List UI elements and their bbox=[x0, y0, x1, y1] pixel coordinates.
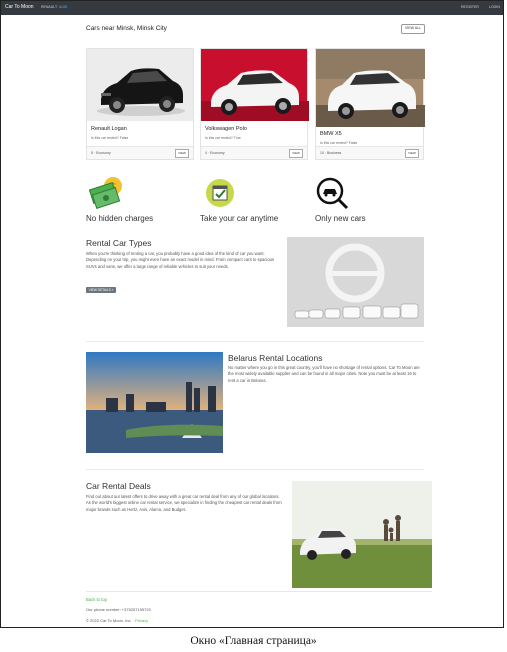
feature-label: Only new cars bbox=[315, 214, 366, 223]
view-details-button[interactable]: VIEW DETAILS » bbox=[86, 287, 116, 293]
car-image-bmw bbox=[316, 49, 425, 127]
rental-types-image bbox=[287, 237, 424, 327]
car-card-volkswagen[interactable]: Volkswagen Polo Is this car rented? True… bbox=[200, 48, 309, 160]
belarus-title: Belarus Rental Locations bbox=[228, 353, 323, 363]
car-rented-status: Is this car rented? False bbox=[91, 136, 129, 140]
money-icon: $ bbox=[88, 176, 125, 215]
footer-copyright: © 2022 Car To Moon, Inc. · Privacy bbox=[86, 618, 148, 623]
figure-caption: Окно «Главная страница» bbox=[190, 635, 317, 647]
car-rented-status: Is this car rented? False bbox=[320, 141, 358, 145]
feature-label: No hidden charges bbox=[86, 214, 154, 223]
car-view-button[interactable]: VIEW bbox=[405, 149, 419, 158]
brand-logo[interactable]: Car To Moon bbox=[5, 4, 34, 10]
cars-section-heading: Cars near Minsk, Minsk City bbox=[86, 25, 167, 32]
browser-window: Car To Moon RENAULT AUDI REGISTER LOGIN … bbox=[0, 0, 504, 628]
car-image-volkswagen bbox=[201, 49, 309, 121]
new-car-search-icon bbox=[315, 176, 349, 215]
rental-types-text: When you're thinking of renting a car, y… bbox=[86, 251, 275, 269]
car-rented-status: Is this car rented? True bbox=[205, 136, 241, 140]
footer-phone: Our phone number: +375257195720 bbox=[86, 607, 151, 612]
car-seats: 5 · Economy bbox=[91, 151, 111, 155]
section-divider bbox=[86, 341, 424, 342]
section-divider bbox=[86, 469, 424, 470]
belarus-text: No matter where you go in this great cou… bbox=[228, 365, 420, 383]
car-view-button[interactable]: VIEW bbox=[289, 149, 303, 158]
car-card-footer: 10 · Business VIEW bbox=[316, 146, 423, 159]
car-title: Volkswagen Polo bbox=[205, 126, 247, 132]
nav-link-register[interactable]: REGISTER bbox=[461, 5, 479, 9]
car-card-footer: 4 · Economy VIEW bbox=[201, 146, 307, 159]
calendar-check-icon bbox=[205, 178, 235, 213]
section-divider bbox=[86, 591, 432, 592]
nav-link-audi[interactable]: AUDI bbox=[59, 5, 67, 9]
nav-link-login[interactable]: LOGIN bbox=[489, 5, 500, 9]
car-seats: 10 · Business bbox=[320, 151, 342, 155]
car-card-bmw[interactable]: BMW X5 Is this car rented? False 10 · Bu… bbox=[315, 48, 425, 160]
car-card-footer: 5 · Economy VIEW bbox=[87, 146, 193, 159]
back-to-top-link[interactable]: Back to top bbox=[86, 597, 107, 602]
copyright-text: © 2022 Car To Moon, Inc. · bbox=[86, 618, 135, 623]
feature-label: Take your car anytime bbox=[200, 214, 279, 223]
top-navbar: Car To Moon RENAULT AUDI REGISTER LOGIN bbox=[1, 1, 503, 15]
car-title: BMW X5 bbox=[320, 131, 342, 137]
rental-types-title: Rental Car Types bbox=[86, 238, 152, 248]
car-image-renault bbox=[87, 49, 193, 121]
belarus-city-image bbox=[86, 352, 223, 453]
deals-family-image bbox=[292, 481, 432, 588]
deals-text: Find out about our latest offers to driv… bbox=[86, 494, 282, 512]
privacy-link[interactable]: Privacy bbox=[135, 618, 148, 623]
view-all-button[interactable]: VIEW ALL bbox=[401, 24, 425, 34]
car-view-button[interactable]: VIEW bbox=[175, 149, 189, 158]
deals-title: Car Rental Deals bbox=[86, 481, 151, 491]
nav-link-renault[interactable]: RENAULT bbox=[41, 5, 57, 9]
car-card-renault[interactable]: Renault Logan Is this car rented? False … bbox=[86, 48, 194, 160]
car-title: Renault Logan bbox=[91, 126, 127, 132]
car-seats: 4 · Economy bbox=[205, 151, 225, 155]
